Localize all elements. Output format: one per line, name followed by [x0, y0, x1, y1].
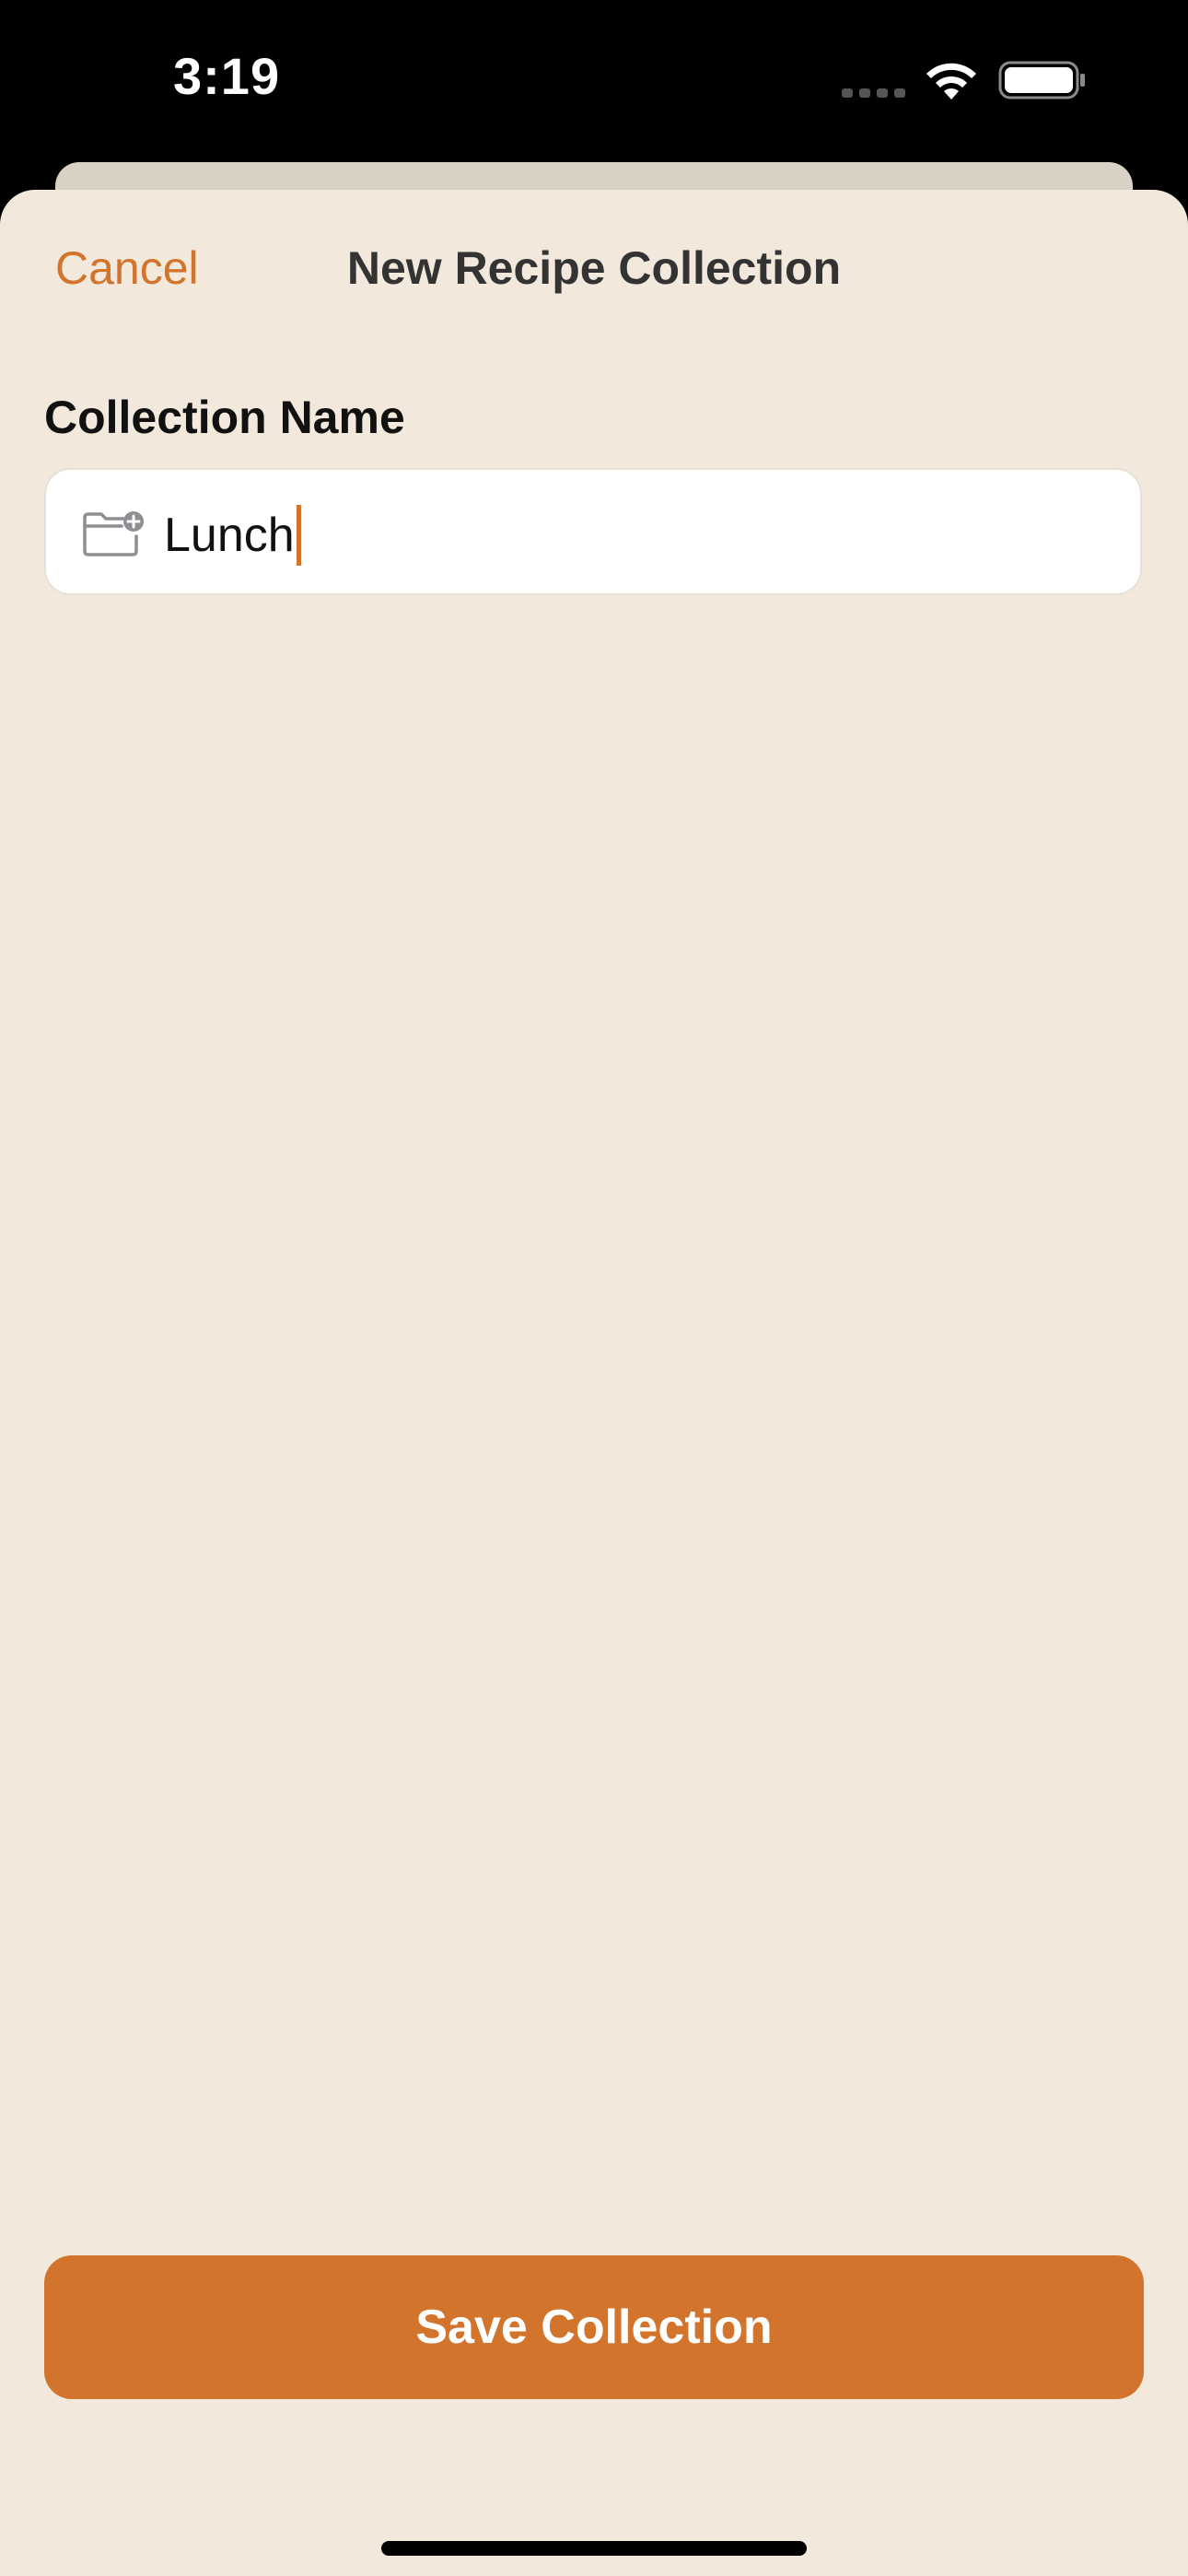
battery-icon [998, 61, 1085, 100]
home-indicator[interactable] [381, 2541, 807, 2556]
status-time: 3:19 [173, 47, 281, 105]
collection-name-value-wrap: Lunch [164, 505, 301, 566]
folder-plus-icon [83, 511, 144, 556]
collection-name-value: Lunch [164, 509, 295, 562]
status-bar: 3:19 [0, 0, 1188, 166]
cancel-button[interactable]: Cancel [55, 241, 199, 295]
save-collection-button[interactable]: Save Collection [44, 2255, 1144, 2399]
text-caret [296, 505, 301, 566]
collection-name-label: Collection Name [44, 392, 405, 443]
screen: 3:19 Cancel New Recipe Collection Collec… [0, 0, 1188, 2576]
cellular-signal-icon [842, 88, 905, 98]
wifi-icon [926, 63, 976, 100]
collection-name-input[interactable]: Lunch [44, 468, 1142, 595]
